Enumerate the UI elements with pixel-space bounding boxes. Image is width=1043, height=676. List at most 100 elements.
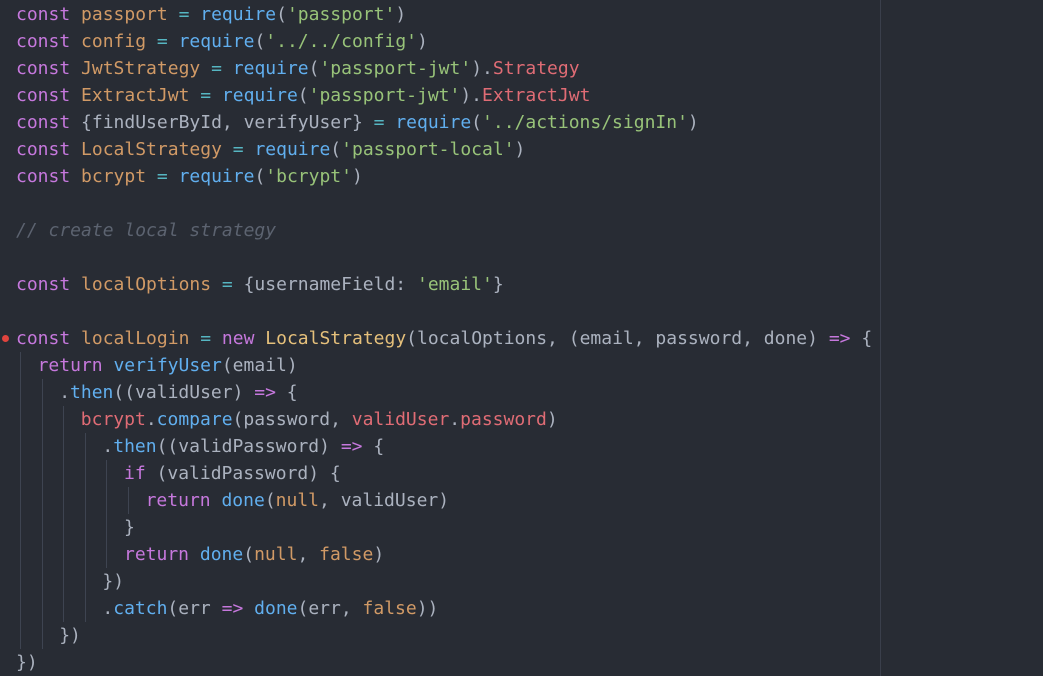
code-line[interactable]: } [16, 514, 872, 541]
code-token: 'passport-jwt' [319, 58, 472, 79]
code-token: Strategy [492, 58, 580, 79]
code-token: null [254, 544, 298, 565]
code-line[interactable]: return done(null, validUser) [16, 487, 872, 514]
code-token: . [449, 409, 461, 430]
code-token: false [362, 598, 417, 619]
code-token: ). [471, 58, 493, 79]
code-line[interactable]: const JwtStrategy = require('passport-jw… [16, 55, 872, 82]
code-token: 'passport-local' [341, 139, 515, 160]
indent-guide [41, 487, 43, 514]
code-token: const [16, 31, 71, 52]
code-token: . [102, 436, 114, 457]
code-token: LocalStrategy [265, 328, 407, 349]
code-token: . [102, 598, 114, 619]
code-token: password [460, 409, 547, 430]
code-line[interactable]: return verifyUser(email) [16, 352, 872, 379]
code-token: (err [167, 598, 222, 619]
code-token: verifyUser [113, 355, 222, 376]
code-line[interactable]: if (validPassword) { [16, 460, 872, 487]
code-line[interactable]: .catch(err => done(err, false)) [16, 595, 872, 622]
indent-guide [63, 595, 65, 622]
code-token: validUser [351, 409, 450, 430]
code-token: passport [81, 4, 168, 25]
code-token: ExtractJwt [81, 85, 190, 106]
code-line[interactable]: .then((validPassword) => { [16, 433, 872, 460]
code-token: ( [330, 139, 342, 160]
code-token: bcrypt [81, 166, 147, 187]
code-token: )) [416, 598, 439, 619]
code-token: bcrypt [80, 409, 146, 430]
code-line[interactable]: .then((validUser) => { [16, 379, 872, 406]
code-line[interactable]: }) [16, 568, 872, 595]
code-token: => [254, 382, 276, 403]
indent-guide [20, 541, 21, 568]
code-token: // create local strategy [16, 220, 277, 241]
code-editor[interactable]: const passport = require('passport') cons… [0, 0, 1043, 676]
code-token: done [254, 598, 298, 619]
indent-guide [63, 406, 65, 433]
code-token: 'passport-jwt' [308, 85, 461, 106]
code-token: '../actions/signIn' [482, 112, 688, 133]
code-token: if [124, 463, 146, 484]
code-token: ( [308, 58, 320, 79]
code-token: require [200, 4, 277, 25]
code-token: => [828, 328, 851, 349]
code-token: require [254, 139, 331, 160]
code-token: ) [417, 31, 428, 52]
code-line[interactable]: return done(null, false) [16, 541, 872, 568]
code-token: catch [113, 598, 168, 619]
code-token: ( [276, 4, 287, 25]
code-token: ( [264, 490, 276, 511]
code-line[interactable]: }) [16, 649, 872, 676]
code-token: = [189, 85, 222, 106]
code-line[interactable]: const LocalStrategy = require('passport-… [16, 136, 872, 163]
code-token: }) [59, 625, 81, 646]
code-token: const [16, 328, 71, 349]
code-token: localLogin [81, 328, 190, 349]
code-token: . [59, 382, 71, 403]
code-token: require [178, 166, 255, 187]
code-token: ) [687, 112, 699, 133]
code-line[interactable]: const bcrypt = require('bcrypt') [16, 163, 872, 190]
code-token: ) [546, 409, 558, 430]
code-line[interactable] [16, 298, 872, 325]
code-token: ). [460, 85, 483, 106]
indent-guide [20, 379, 21, 406]
code-token: null [275, 490, 320, 511]
indent-guide [41, 595, 43, 622]
indent-guide [41, 460, 43, 487]
indent-guide [106, 487, 108, 514]
code-token: ( [254, 31, 266, 52]
code-token: then [70, 382, 114, 403]
code-line[interactable]: const ExtractJwt = require('passport-jwt… [16, 82, 872, 109]
breakpoint-dot-icon[interactable] [2, 335, 9, 342]
code-line[interactable]: const passport = require('passport') [16, 1, 872, 28]
code-line[interactable]: const localLogin = new LocalStrategy(loc… [2, 325, 872, 352]
code-token: return [37, 355, 103, 376]
code-line[interactable]: const config = require('../../config') [16, 28, 872, 55]
indent-guide [20, 622, 21, 649]
code-line[interactable]: }) [16, 622, 872, 649]
indent-guide [106, 460, 108, 487]
indent-guide [20, 433, 21, 460]
code-token: const [16, 274, 71, 295]
indent-guide [41, 379, 43, 406]
code-line[interactable]: const localOptions = {usernameField: 'em… [16, 271, 872, 298]
code-line[interactable] [16, 190, 872, 217]
code-token: (err, [297, 598, 363, 619]
code-token: const [16, 166, 71, 187]
code-token: => [221, 598, 244, 619]
indent-guide [20, 595, 21, 622]
code-line[interactable]: const {findUserById, verifyUser} = requi… [16, 109, 872, 136]
code-line[interactable]: // create local strategy [16, 217, 872, 244]
code-token: { [362, 436, 385, 457]
code-line[interactable]: bcrypt.compare(password, validUser.passw… [16, 406, 872, 433]
code-token: const [16, 4, 71, 25]
code-token: ( [297, 85, 309, 106]
code-line[interactable] [16, 244, 872, 271]
indent-guide [84, 541, 86, 568]
code-token: (localOptions, (email, password, done) [406, 328, 829, 349]
code-lines[interactable]: const passport = require('passport') cons… [2, 1, 872, 676]
